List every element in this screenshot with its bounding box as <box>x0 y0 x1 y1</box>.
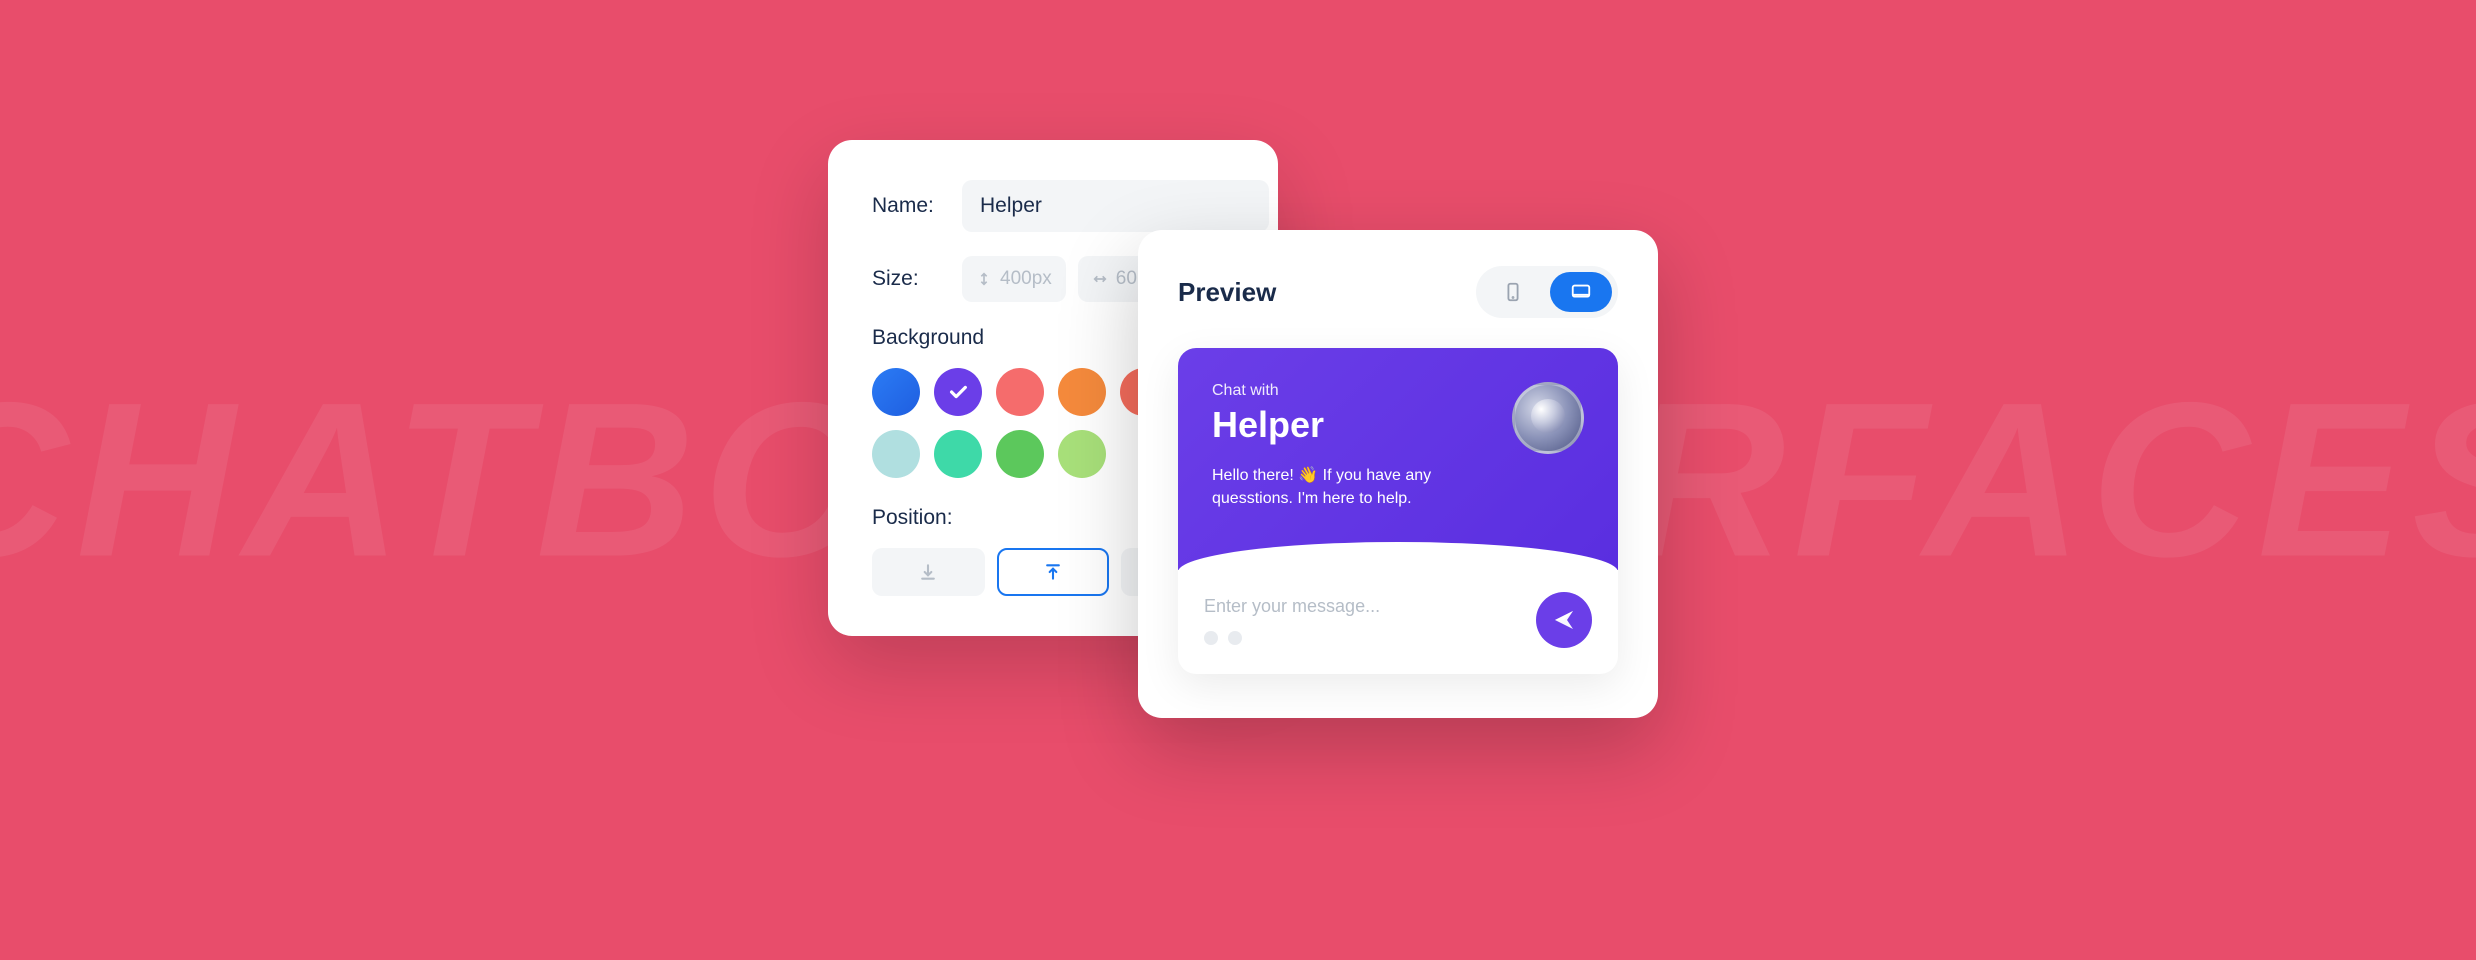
color-swatch-teal[interactable] <box>934 430 982 478</box>
preview-title: Preview <box>1178 277 1276 308</box>
send-button[interactable] <box>1536 592 1592 648</box>
dot-icon[interactable] <box>1228 631 1242 645</box>
color-swatch-lightgreen[interactable] <box>1058 430 1106 478</box>
color-swatch-orange[interactable] <box>1058 368 1106 416</box>
attachment-dots <box>1204 631 1520 645</box>
name-input[interactable] <box>962 180 1269 232</box>
send-icon <box>1552 608 1576 632</box>
preview-panel: Preview Chat with Helper Hello there! 👋 … <box>1138 230 1658 718</box>
chat-header: Chat with Helper Hello there! 👋 If you h… <box>1178 348 1618 570</box>
mobile-icon <box>1502 281 1524 303</box>
color-swatch-purple-selected[interactable] <box>934 368 982 416</box>
name-label: Name: <box>872 194 942 218</box>
align-top-icon <box>1043 562 1063 582</box>
chat-greeting: Hello there! 👋 If you have any quesstion… <box>1212 464 1462 510</box>
color-swatch-lightteal[interactable] <box>872 430 920 478</box>
color-swatch-coral[interactable] <box>996 368 1044 416</box>
height-input[interactable]: 400px <box>962 256 1066 302</box>
position-top-button[interactable] <box>997 548 1110 596</box>
align-bottom-icon <box>918 562 938 582</box>
desktop-view-button[interactable] <box>1550 272 1612 312</box>
horizontal-arrow-icon <box>1092 271 1108 287</box>
bot-avatar <box>1512 382 1584 454</box>
message-input[interactable]: Enter your message... <box>1204 596 1520 617</box>
mobile-view-button[interactable] <box>1482 272 1544 312</box>
color-swatch-blue[interactable] <box>872 368 920 416</box>
position-bottom-button[interactable] <box>872 548 985 596</box>
vertical-arrow-icon <box>976 271 992 287</box>
checkmark-icon <box>947 381 969 403</box>
dot-icon[interactable] <box>1204 631 1218 645</box>
device-toggle <box>1476 266 1618 318</box>
desktop-icon <box>1570 281 1592 303</box>
size-label: Size: <box>872 267 942 291</box>
color-swatch-green[interactable] <box>996 430 1044 478</box>
chat-widget: Chat with Helper Hello there! 👋 If you h… <box>1178 348 1618 674</box>
